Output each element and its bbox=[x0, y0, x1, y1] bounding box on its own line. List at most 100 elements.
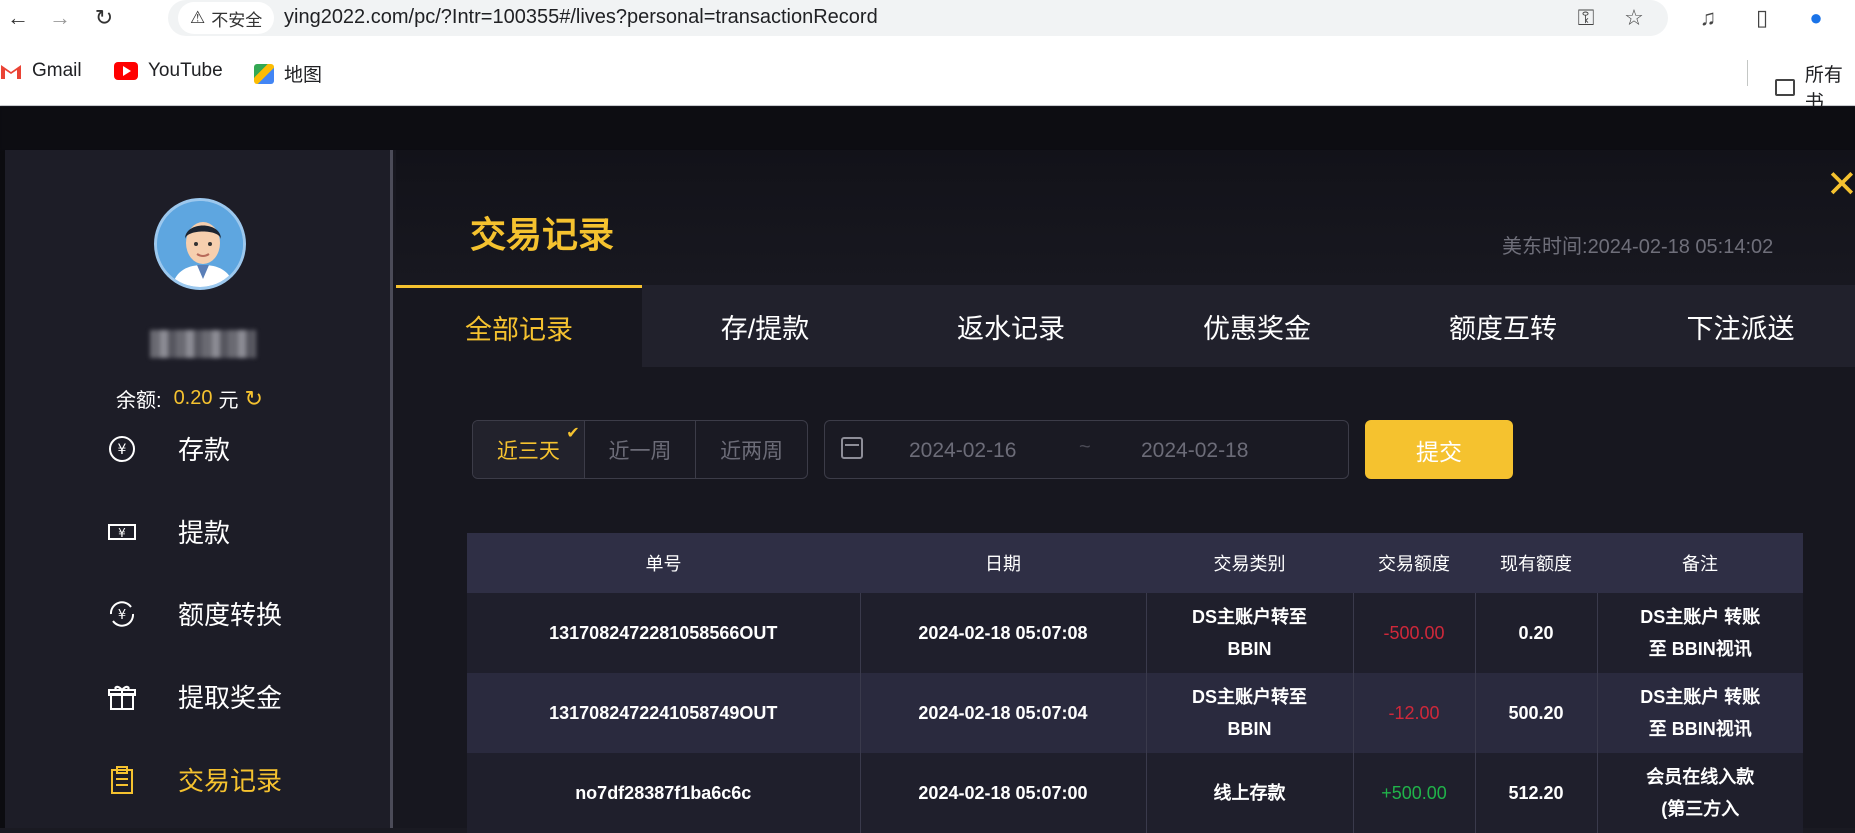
sidebar-item-label: 存款 bbox=[178, 435, 231, 465]
column-header: 现有额度 bbox=[1475, 533, 1597, 593]
range-label: 近一周 bbox=[608, 439, 672, 463]
deposit-icon: ¥ bbox=[106, 433, 138, 465]
refresh-icon[interactable]: ↻ bbox=[245, 386, 263, 412]
transaction-date: 2024-02-18 05:07:00 bbox=[860, 753, 1147, 833]
back-icon[interactable]: ← bbox=[4, 4, 32, 32]
close-icon[interactable]: ✕ bbox=[1826, 162, 1855, 207]
balance-amount: 0.20 bbox=[173, 387, 213, 409]
bookmarks-bar: Gmail YouTube 地图 所有书 bbox=[0, 36, 1855, 113]
content-header bbox=[396, 150, 1855, 285]
us-time-value: 2024-02-18 05:14:02 bbox=[1587, 236, 1774, 258]
url-text[interactable]: ying2022.com/pc/?Intr=100355#/lives?pers… bbox=[284, 6, 878, 29]
gmail-icon bbox=[0, 63, 22, 80]
sidebar-item-label: 提取奖金 bbox=[178, 683, 283, 713]
column-header: 备注 bbox=[1597, 533, 1803, 593]
column-header: 交易类别 bbox=[1146, 533, 1353, 593]
sidebar-item-transfer[interactable]: ¥ 额度转换 bbox=[106, 595, 282, 632]
site-top-strip bbox=[0, 107, 1855, 151]
bookmark-label: YouTube bbox=[148, 60, 223, 81]
forward-icon[interactable]: → bbox=[46, 4, 74, 32]
page-title: 交易记录 bbox=[470, 215, 615, 256]
svg-text:¥: ¥ bbox=[118, 442, 127, 458]
bookmark-maps[interactable]: 地图 bbox=[254, 60, 322, 87]
range-label: 近两周 bbox=[720, 439, 784, 463]
transaction-type: 线上存款 bbox=[1146, 753, 1354, 833]
security-label: 不安全 bbox=[211, 10, 263, 30]
withdraw-icon: ¥ bbox=[106, 516, 138, 548]
bookmark-youtube[interactable]: YouTube bbox=[114, 60, 223, 82]
range-1-week[interactable]: 近一周 bbox=[585, 421, 697, 478]
remark-line: 会员在线入款 bbox=[1646, 767, 1755, 787]
transaction-amount: -12.00 bbox=[1353, 673, 1476, 753]
media-icon[interactable]: ♫ bbox=[1694, 4, 1722, 32]
order-number: 1317082472281058566OUT bbox=[467, 593, 861, 673]
table-header-row: 单号 日期 交易类别 交易额度 现有额度 备注 bbox=[467, 533, 1803, 593]
table-row[interactable]: 1317082472241058749OUT 2024-02-18 05:07:… bbox=[467, 673, 1803, 753]
star-icon[interactable]: ☆ bbox=[1620, 4, 1648, 32]
bookmark-separator bbox=[1747, 60, 1748, 86]
check-icon: ✔ bbox=[566, 425, 580, 442]
type-line: BBIN bbox=[1227, 719, 1272, 739]
remark-line: DS主账户 转账 bbox=[1640, 687, 1761, 707]
tab-bet-payout[interactable]: 下注派送 bbox=[1626, 285, 1855, 367]
key-icon[interactable]: ⚿ bbox=[1572, 4, 1600, 32]
range-label: 近三天 bbox=[496, 439, 560, 463]
table-row[interactable]: 1317082472281058566OUT 2024-02-18 05:07:… bbox=[467, 593, 1803, 673]
range-3-days[interactable]: 近三天 ✔ bbox=[473, 421, 585, 478]
sidebar-item-transactions[interactable]: 交易记录 bbox=[106, 761, 282, 798]
remark-line: DS主账户 转账 bbox=[1640, 607, 1761, 627]
bookmark-label: 地图 bbox=[284, 65, 323, 86]
table-row[interactable]: no7df28387f1ba6c6c 2024-02-18 05:07:00 线… bbox=[467, 753, 1803, 833]
remark-line: (第三方入 bbox=[1661, 799, 1740, 819]
sidebar-item-label: 交易记录 bbox=[178, 766, 283, 796]
balance-row: 余额: 0.20 元 ↻ bbox=[116, 384, 263, 413]
sidebar-item-withdraw[interactable]: ¥ 提款 bbox=[106, 513, 230, 550]
tab-all-records[interactable]: 全部记录 bbox=[396, 285, 642, 367]
gift-icon bbox=[106, 681, 138, 713]
end-date[interactable]: 2024-02-18 bbox=[1141, 439, 1248, 463]
remark-line: 至 BBIN视讯 bbox=[1648, 719, 1752, 739]
bookmark-folder-label: 所有书 bbox=[1804, 65, 1843, 113]
transactions-table: 单号 日期 交易类别 交易额度 现有额度 备注 1317082472281058… bbox=[467, 533, 1803, 833]
order-number: no7df28387f1ba6c6c bbox=[467, 753, 861, 833]
current-balance: 500.20 bbox=[1475, 673, 1598, 753]
profile-icon[interactable]: ● bbox=[1802, 4, 1830, 32]
transaction-date: 2024-02-18 05:07:08 bbox=[860, 593, 1147, 673]
reload-icon[interactable]: ↻ bbox=[90, 4, 118, 32]
username-blurred bbox=[150, 330, 256, 358]
sidebar-item-deposit[interactable]: ¥ 存款 bbox=[106, 430, 230, 467]
avatar[interactable] bbox=[154, 198, 246, 290]
security-chip[interactable]: ⚠ 不安全 bbox=[178, 2, 275, 34]
maps-icon bbox=[254, 63, 274, 84]
sidepanel-icon[interactable]: ▯ bbox=[1748, 4, 1776, 32]
calendar-icon bbox=[841, 437, 863, 459]
us-time-label: 美东时间: bbox=[1502, 236, 1588, 258]
date-separator: ~ bbox=[1079, 436, 1091, 458]
tab-rebate-records[interactable]: 返水记录 bbox=[888, 285, 1134, 367]
current-balance: 512.20 bbox=[1475, 753, 1598, 833]
transaction-amount: +500.00 bbox=[1353, 753, 1476, 833]
browser-toolbar: ← → ↻ ⚠ 不安全 ying2022.com/pc/?Intr=100355… bbox=[0, 0, 1855, 36]
order-number: 1317082472241058749OUT bbox=[467, 673, 861, 753]
tab-deposit-withdraw[interactable]: 存/提款 bbox=[642, 285, 888, 367]
bookmark-gmail[interactable]: Gmail bbox=[0, 60, 82, 82]
column-header: 单号 bbox=[467, 533, 860, 593]
tab-promo-bonus[interactable]: 优惠奖金 bbox=[1134, 285, 1380, 367]
remark: DS主账户 转账至 BBIN视讯 bbox=[1597, 593, 1803, 673]
type-line: DS主账户转至 bbox=[1191, 687, 1307, 707]
current-balance: 0.20 bbox=[1475, 593, 1598, 673]
bookmark-folder-all[interactable]: 所有书 bbox=[1775, 60, 1855, 114]
date-range-picker[interactable]: 2024-02-16 ~ 2024-02-18 bbox=[824, 420, 1349, 479]
balance-unit: 元 bbox=[218, 390, 239, 412]
date-range-group: 近三天 ✔ 近一周 近两周 bbox=[472, 420, 808, 479]
submit-button[interactable]: 提交 bbox=[1365, 420, 1513, 479]
folder-icon bbox=[1775, 78, 1795, 96]
type-line: BBIN bbox=[1227, 639, 1272, 659]
youtube-icon bbox=[114, 62, 138, 80]
tab-balance-transfer[interactable]: 额度互转 bbox=[1380, 285, 1626, 367]
svg-text:¥: ¥ bbox=[118, 608, 126, 623]
sidebar-item-bonus[interactable]: 提取奖金 bbox=[106, 678, 282, 715]
clipboard-icon bbox=[106, 764, 138, 796]
start-date[interactable]: 2024-02-16 bbox=[909, 439, 1016, 463]
range-2-weeks[interactable]: 近两周 bbox=[696, 421, 807, 478]
